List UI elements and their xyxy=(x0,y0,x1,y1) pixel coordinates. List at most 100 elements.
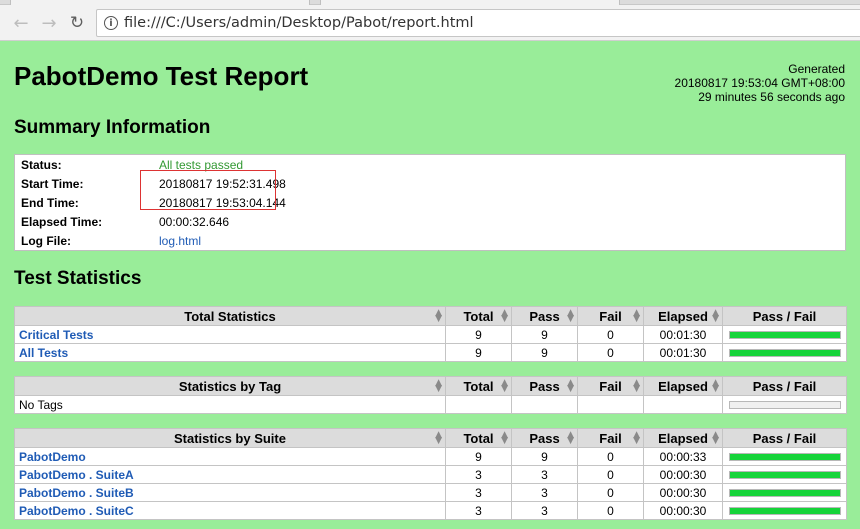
column-header-name[interactable]: Statistics by Tag ▲ ▼ xyxy=(14,376,446,396)
pass-bar-fill xyxy=(729,507,840,514)
column-header-name[interactable]: Statistics by Suite ▲ ▼ xyxy=(14,428,446,448)
sort-arrows-icon[interactable]: ▲ ▼ xyxy=(712,379,719,394)
sort-arrows-icon[interactable]: ▲ ▼ xyxy=(567,379,574,394)
sort-arrows-icon[interactable]: ▲ ▼ xyxy=(567,431,574,446)
sort-arrows-icon[interactable]: ▲ ▼ xyxy=(501,379,508,394)
pass-bar-fill xyxy=(729,471,840,478)
cell-total: 3 xyxy=(445,483,512,502)
column-header-elapsed[interactable]: Elapsed ▲ ▼ xyxy=(643,428,723,448)
back-arrow-icon[interactable]: ← xyxy=(10,12,32,34)
pass-fail-bar xyxy=(728,330,841,339)
table-header-row: Statistics by Tag ▲ ▼ Total ▲ ▼ Pass ▲ ▼ Fail ▲… xyxy=(14,376,847,396)
cell-total: 9 xyxy=(445,325,512,344)
cell-fail: 0 xyxy=(577,501,644,520)
address-bar[interactable]: i file:///C:/Users/admin/Desktop/Pabot/r… xyxy=(96,9,860,37)
cell-pass: 9 xyxy=(511,447,578,466)
summary-heading: Summary Information xyxy=(14,117,211,138)
cell-graph xyxy=(722,447,847,466)
reload-icon[interactable]: ↻ xyxy=(66,12,88,34)
cell-total: 3 xyxy=(445,465,512,484)
sort-arrows-icon[interactable]: ▲ ▼ xyxy=(501,431,508,446)
cell-elapsed: 00:00:30 xyxy=(643,501,723,520)
tag-statistics-table: Statistics by Tag ▲ ▼ Total ▲ ▼ Pass ▲ ▼ Fail ▲… xyxy=(14,376,847,414)
cell-total: 9 xyxy=(445,343,512,362)
table-row: PabotDemo 9 9 0 00:00:33 xyxy=(14,447,847,466)
pass-bar-fill xyxy=(729,331,840,338)
cell-graph xyxy=(722,465,847,484)
sort-arrows-icon[interactable]: ▲ ▼ xyxy=(567,309,574,324)
column-header-total[interactable]: Total ▲ ▼ xyxy=(445,428,512,448)
pass-fail-bar xyxy=(728,348,841,357)
suite-name-link[interactable]: PabotDemo xyxy=(14,447,446,466)
table-header-row: Total Statistics ▲ ▼ Total ▲ ▼ Pass ▲ ▼ Fail ▲ ▼… xyxy=(14,306,847,326)
cell-fail: 0 xyxy=(577,447,644,466)
pass-bar-fill xyxy=(729,453,840,460)
generated-time: 20180817 19:53:04 GMT+08:00 xyxy=(674,76,845,90)
sort-arrows-icon[interactable]: ▲ ▼ xyxy=(501,309,508,324)
column-header-pass-fail[interactable]: Pass / Fail xyxy=(722,306,847,326)
cell-pass: 3 xyxy=(511,465,578,484)
pass-fail-bar xyxy=(728,470,841,479)
sort-arrows-icon[interactable]: ▲ ▼ xyxy=(435,379,442,394)
suite-name-link[interactable]: PabotDemo . SuiteB xyxy=(14,483,446,502)
sort-arrows-icon[interactable]: ▲ ▼ xyxy=(633,309,640,324)
column-header-pass-fail[interactable]: Pass / Fail xyxy=(722,428,847,448)
generated-info: Generated 20180817 19:53:04 GMT+08:00 29… xyxy=(675,62,845,104)
total-statistics-table: Total Statistics ▲ ▼ Total ▲ ▼ Pass ▲ ▼ Fail ▲ ▼… xyxy=(14,306,847,362)
column-header-fail[interactable]: Fail ▲ ▼ xyxy=(577,428,644,448)
cell-pass: 3 xyxy=(511,501,578,520)
elapsed-time-value: 00:00:32.646 xyxy=(159,215,230,229)
table-row: PabotDemo . SuiteC 3 3 0 00:00:30 xyxy=(14,501,847,520)
browser-toolbar: ← → ↻ i file:///C:/Users/admin/Desktop/P… xyxy=(0,5,860,41)
column-header-elapsed[interactable]: Elapsed ▲ ▼ xyxy=(643,376,723,396)
sort-arrows-icon[interactable]: ▲ ▼ xyxy=(435,431,442,446)
generated-ago: 29 minutes 56 seconds ago xyxy=(698,90,845,104)
summary-table: Status: All tests passed Start Time: 201… xyxy=(14,154,846,251)
column-header-total[interactable]: Total ▲ ▼ xyxy=(445,306,512,326)
cell-fail: 0 xyxy=(577,465,644,484)
cell-graph xyxy=(722,343,847,362)
suite-statistics-table: Statistics by Suite ▲ ▼ Total ▲ ▼ Pass ▲ ▼ Fai… xyxy=(14,428,847,520)
column-header-fail[interactable]: Fail ▲ ▼ xyxy=(577,376,644,396)
sort-arrows-icon[interactable]: ▲ ▼ xyxy=(435,309,442,324)
pass-fail-bar xyxy=(728,400,841,409)
cell-graph xyxy=(722,483,847,502)
column-header-total[interactable]: Total ▲ ▼ xyxy=(445,376,512,396)
sort-arrows-icon[interactable]: ▲ ▼ xyxy=(633,379,640,394)
suite-name-link[interactable]: PabotDemo . SuiteA xyxy=(14,465,446,484)
sort-arrows-icon[interactable]: ▲ ▼ xyxy=(712,309,719,324)
table-header-row: Statistics by Suite ▲ ▼ Total ▲ ▼ Pass ▲ ▼ Fai… xyxy=(14,428,847,448)
cell-elapsed: 00:00:30 xyxy=(643,465,723,484)
cell-graph xyxy=(722,325,847,344)
forward-arrow-icon[interactable]: → xyxy=(38,12,60,34)
summary-label: Elapsed Time: xyxy=(21,215,103,229)
url-text[interactable]: file:///C:/Users/admin/Desktop/Pabot/rep… xyxy=(124,15,474,31)
report-page: PabotDemo Test Report Generated 20180817… xyxy=(0,42,860,529)
table-row: No Tags xyxy=(14,395,847,414)
cell-total xyxy=(445,395,512,414)
table-row: Critical Tests 9 9 0 00:01:30 xyxy=(14,325,847,344)
pass-bar-fill xyxy=(729,349,840,356)
column-header-pass[interactable]: Pass ▲ ▼ xyxy=(511,376,578,396)
suite-name-link[interactable]: PabotDemo . SuiteC xyxy=(14,501,446,520)
column-header-name[interactable]: Total Statistics ▲ ▼ xyxy=(14,306,446,326)
cell-total: 9 xyxy=(445,447,512,466)
stat-name-link[interactable]: Critical Tests xyxy=(14,325,446,344)
info-icon[interactable]: i xyxy=(104,16,118,30)
column-header-pass[interactable]: Pass ▲ ▼ xyxy=(511,306,578,326)
stat-name-link[interactable]: All Tests xyxy=(14,343,446,362)
cell-graph xyxy=(722,501,847,520)
log-file-link[interactable]: log.html xyxy=(159,232,201,251)
summary-label: Log File: xyxy=(21,234,71,248)
generated-label: Generated xyxy=(788,62,845,76)
column-header-pass-fail[interactable]: Pass / Fail xyxy=(722,376,847,396)
sort-arrows-icon[interactable]: ▲ ▼ xyxy=(712,431,719,446)
cell-pass xyxy=(511,395,578,414)
cell-fail: 0 xyxy=(577,325,644,344)
column-header-pass[interactable]: Pass ▲ ▼ xyxy=(511,428,578,448)
sort-arrows-icon[interactable]: ▲ ▼ xyxy=(633,431,640,446)
cell-fail xyxy=(577,395,644,414)
column-header-elapsed[interactable]: Elapsed ▲ ▼ xyxy=(643,306,723,326)
column-header-fail[interactable]: Fail ▲ ▼ xyxy=(577,306,644,326)
table-row: All Tests 9 9 0 00:01:30 xyxy=(14,343,847,362)
